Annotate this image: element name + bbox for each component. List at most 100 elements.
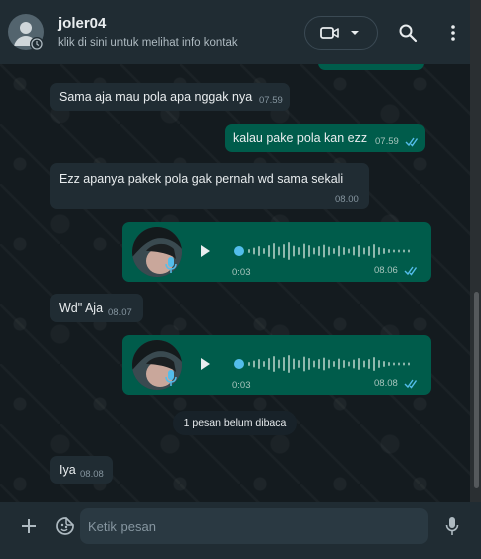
waveform[interactable] [234, 353, 410, 375]
double-check-icon [405, 137, 419, 147]
waveform-bar [333, 361, 335, 367]
video-call-icon [320, 27, 339, 39]
waveform-bar [288, 242, 290, 260]
waveform-bar [273, 243, 275, 259]
waveform[interactable] [234, 240, 410, 262]
message-time: 08.06 [374, 265, 398, 276]
play-button[interactable] [196, 242, 214, 260]
waveform-bar [323, 357, 325, 371]
unread-divider: 1 pesan belum dibaca [173, 411, 297, 435]
waveform-bar [358, 245, 360, 257]
waveform-bar [338, 245, 340, 257]
waveform-bar [303, 243, 305, 259]
message-bubble[interactable]: Sama aja mau pola apa nggak nya 07.59 [50, 83, 290, 111]
message-time: 07.59 [259, 95, 283, 106]
message-text: Wd" Aja [59, 301, 104, 315]
mic-icon [165, 257, 177, 273]
waveform-bar [348, 248, 350, 254]
scrollbar-thumb[interactable] [474, 292, 479, 488]
message-bubble[interactable]: kalau pake pola kan ezz 07.59 [225, 124, 425, 152]
waveform-bar [393, 362, 395, 366]
message-time: 07.59 [375, 136, 399, 147]
plus-icon [22, 519, 36, 533]
message-text: kalau pake pola kan ezz [233, 131, 368, 145]
waveform-bar [258, 359, 260, 369]
waveform-bar [253, 247, 255, 255]
waveform-bar [303, 356, 305, 372]
waveform-bar [278, 359, 280, 369]
message-text: Sama aja mau pola apa nggak nya [59, 90, 253, 104]
play-icon [201, 245, 210, 257]
mic-icon [445, 517, 459, 535]
waveform-bar [313, 360, 315, 368]
message-bubble[interactable]: Iya 08.08 [50, 456, 113, 484]
waveform-bar [378, 247, 380, 255]
voice-message-bubble[interactable]: 0:03 08.06 [122, 222, 431, 282]
waveform-bar [353, 359, 355, 369]
waveform-bar [353, 246, 355, 256]
waveform-bar [358, 358, 360, 370]
progress-handle [234, 246, 244, 256]
waveform-bar [343, 360, 345, 368]
message-bubble[interactable]: Ezz apanya pakek pola gak pernah wd sama… [50, 163, 369, 209]
waveform-bar [298, 247, 300, 255]
contact-info-hint[interactable]: klik di sini untuk melihat info kontak [58, 37, 238, 49]
message-time: 08.08 [374, 378, 398, 389]
waveform-bar [338, 358, 340, 370]
waveform-bar [363, 247, 365, 255]
voice-duration: 0:03 [232, 380, 251, 391]
message-time: 08.00 [335, 194, 359, 205]
waveform-bar [283, 244, 285, 258]
waveform-bar [263, 248, 265, 254]
message-text: Iya [59, 463, 76, 477]
waveform-bar [403, 362, 405, 366]
waveform-bar [268, 245, 270, 257]
waveform-bar [373, 244, 375, 258]
waveform-bar [328, 246, 330, 256]
waveform-bar [323, 244, 325, 258]
waveform-bar [263, 361, 265, 367]
search-button[interactable] [397, 22, 419, 44]
waveform-bar [383, 361, 385, 367]
waveform-bar [398, 249, 400, 253]
voice-message-bubble[interactable]: 0:03 08.08 [122, 335, 431, 395]
message-input[interactable] [80, 508, 428, 544]
waveform-bar [293, 358, 295, 370]
search-icon [399, 24, 418, 43]
waveform-bar [398, 362, 400, 366]
voice-duration: 0:03 [232, 267, 251, 278]
waveform-bar [318, 359, 320, 369]
waveform-bar [388, 249, 390, 253]
waveform-bar [273, 356, 275, 372]
double-check-icon [404, 379, 418, 389]
waveform-bar [278, 246, 280, 256]
message-time: 08.08 [80, 469, 104, 480]
attach-button[interactable] [19, 516, 39, 536]
menu-icon [451, 25, 455, 41]
progress-handle [234, 359, 244, 369]
message-bubble[interactable]: Wd" Aja 08.07 [50, 294, 143, 322]
message-list[interactable]: Sama aja mau pola apa nggak nya 07.59 ka… [0, 64, 470, 502]
waveform-bar [258, 246, 260, 256]
waveform-bar [253, 360, 255, 368]
waveform-bar [403, 249, 405, 253]
waveform-bar [368, 246, 370, 256]
contact-name[interactable]: joler04 [58, 15, 106, 32]
waveform-bar [268, 358, 270, 370]
waveform-bar [318, 246, 320, 256]
menu-button[interactable] [446, 22, 460, 44]
mic-icon [165, 370, 177, 386]
waveform-bar [248, 362, 250, 366]
waveform-bar [388, 362, 390, 366]
play-button[interactable] [196, 355, 214, 373]
video-call-button[interactable] [304, 16, 378, 50]
waveform-bar [343, 247, 345, 255]
clock-icon [31, 38, 43, 50]
play-icon [201, 358, 210, 370]
sticker-button[interactable] [54, 515, 76, 537]
message-time: 08.07 [108, 307, 132, 318]
voice-record-button[interactable] [442, 515, 462, 537]
chat-header[interactable]: joler04 klik di sini untuk melihat info … [0, 0, 470, 64]
waveform-bar [283, 357, 285, 371]
sticker-icon [56, 517, 74, 535]
